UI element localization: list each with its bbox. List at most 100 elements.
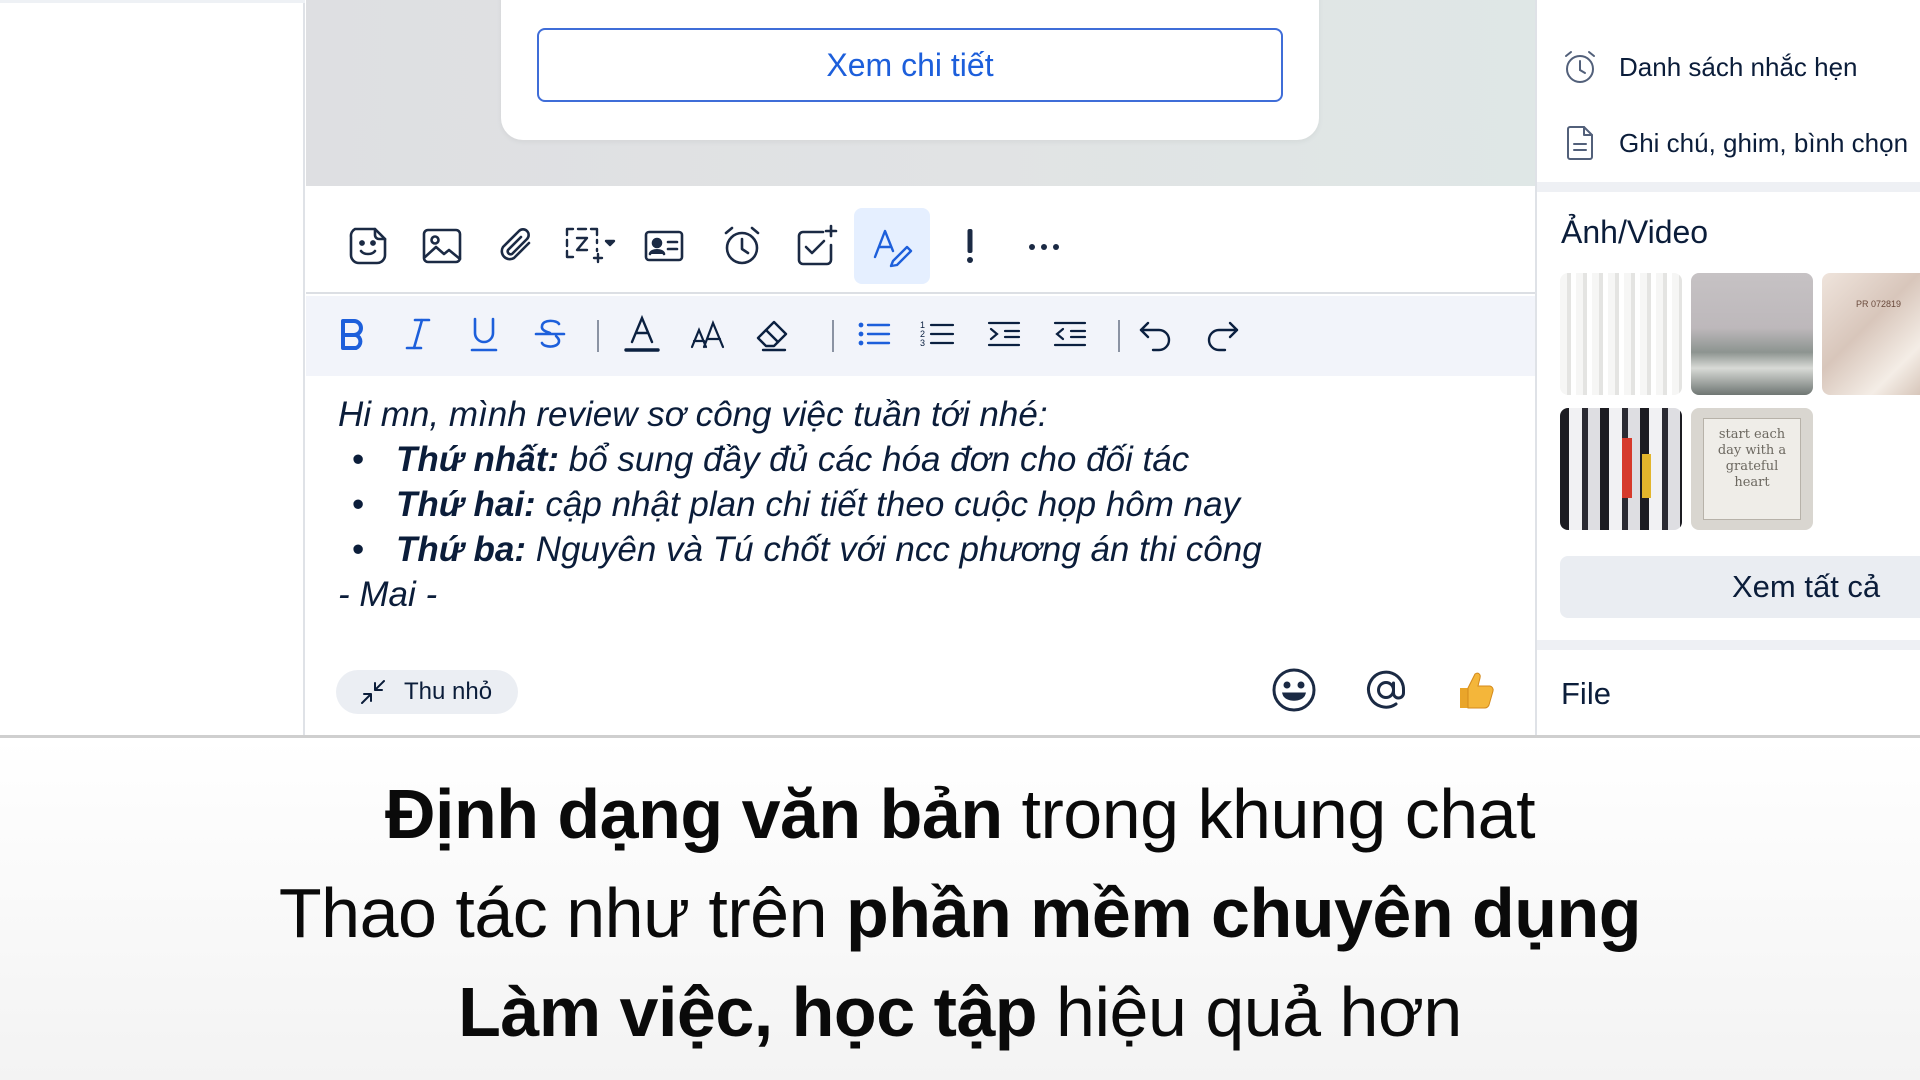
list-item-label: Thứ hai:	[396, 485, 536, 524]
strikethrough-icon	[534, 319, 566, 348]
emoji-button[interactable]	[1268, 664, 1320, 716]
panel-divider	[1537, 640, 1920, 650]
list-item: Thứ nhất: bổ sung đầy đủ các hóa đơn cho…	[338, 437, 1518, 482]
thumbs-up-icon	[1460, 672, 1494, 709]
editor-bullet-list: Thứ nhất: bổ sung đầy đủ các hóa đơn cho…	[338, 437, 1518, 572]
thumb-tag: PR 072819	[1856, 299, 1902, 309]
mark-important-button[interactable]	[932, 208, 1008, 284]
sticker-icon	[349, 227, 387, 265]
list-item: Thứ ba: Nguyên và Tú chốt với ncc phương…	[338, 527, 1518, 572]
thumb-accent	[1622, 438, 1632, 498]
screenshot-icon	[565, 227, 616, 264]
redo-button[interactable]	[1196, 308, 1248, 360]
caption-line-3: Làm việc, học tập hiệu quả hơn	[0, 972, 1920, 1052]
text-format-button[interactable]	[854, 208, 930, 284]
reminder-list-label: Danh sách nhắc hẹn	[1619, 51, 1858, 82]
file-section-title: File	[1561, 676, 1611, 711]
outdent-icon	[1053, 321, 1087, 347]
media-section-title: Ảnh/Video	[1561, 214, 1709, 250]
conversation-area: Xem chi tiết	[306, 0, 1535, 186]
underline-icon	[470, 317, 498, 352]
smiley-icon	[1272, 668, 1316, 712]
alarm-clock-icon	[1565, 51, 1595, 83]
task-button[interactable]	[778, 208, 854, 284]
font-size-icon	[690, 320, 725, 349]
text-color-icon	[624, 315, 660, 352]
bullet-list-button[interactable]	[848, 308, 900, 360]
list-item-text: cập nhật plan chi tiết theo cuộc họp hôm…	[535, 485, 1241, 524]
caption-emphasis: phần mềm chuyên dụng	[846, 874, 1642, 952]
collapse-arrows-icon	[361, 680, 385, 704]
media-thumbnail[interactable]: start each day with a grateful heart	[1691, 408, 1813, 530]
numbered-list-button[interactable]: 123	[912, 308, 964, 360]
more-button[interactable]	[1006, 208, 1082, 284]
more-dots-icon	[1029, 244, 1059, 250]
quick-like-button[interactable]	[1450, 664, 1502, 716]
view-detail-button[interactable]: Xem chi tiết	[537, 28, 1283, 102]
contact-card-button[interactable]	[626, 208, 702, 284]
paperclip-icon	[500, 228, 531, 261]
conversation-list-pane	[0, 0, 305, 735]
list-item-text: Nguyên và Tú chốt với ncc phương án thi …	[525, 530, 1262, 569]
shrink-button[interactable]: Thu nhỏ	[336, 670, 518, 714]
format-separator	[597, 320, 599, 352]
exclamation-icon	[967, 229, 973, 263]
underline-button[interactable]	[458, 308, 510, 360]
italic-button[interactable]	[392, 308, 444, 360]
image-button[interactable]	[404, 208, 480, 284]
screenshot-button[interactable]	[552, 208, 628, 284]
bold-button[interactable]	[326, 308, 378, 360]
notes-item[interactable]: Ghi chú, ghim, bình chọn	[1561, 124, 1908, 162]
undo-button[interactable]	[1130, 308, 1182, 360]
attach-file-button[interactable]	[478, 208, 554, 284]
caption-text: hiệu quả hơn	[1037, 973, 1462, 1051]
shrink-label: Thu nhỏ	[404, 678, 493, 705]
media-thumbnail[interactable]: PR 072819	[1822, 273, 1920, 395]
chat-pane: Xem chi tiết 1 2 3 Hi mn, mình review sơ…	[306, 0, 1535, 735]
list-item-label: Thứ nhất:	[396, 440, 560, 479]
strikethrough-button[interactable]	[524, 308, 576, 360]
list-item-label: Thứ ba:	[396, 530, 526, 569]
thumb-quote: start each day with a grateful heart	[1703, 418, 1801, 520]
indent-button[interactable]	[978, 308, 1030, 360]
mention-button[interactable]	[1360, 664, 1412, 716]
font-size-button[interactable]	[682, 308, 734, 360]
attachment-toolbar	[306, 186, 1535, 294]
undo-icon	[1139, 321, 1171, 352]
list-item-text: bổ sung đầy đủ các hóa đơn cho đối tác	[559, 440, 1190, 479]
reminder-list-item[interactable]: Danh sách nhắc hẹn	[1561, 48, 1858, 86]
clear-format-button[interactable]	[746, 308, 798, 360]
thumb-accent	[1642, 454, 1651, 498]
message-editor[interactable]: Hi mn, mình review sơ công việc tuần tới…	[338, 392, 1518, 617]
conversation-info-panel: Danh sách nhắc hẹn Ghi chú, ghim, bình c…	[1535, 0, 1920, 735]
numbered-list-icon: 123	[920, 320, 955, 348]
media-thumbnail[interactable]	[1560, 408, 1682, 530]
message-card: Xem chi tiết	[501, 0, 1319, 140]
text-color-button[interactable]	[616, 308, 668, 360]
format-separator	[832, 320, 834, 352]
editor-signature: - Mai -	[338, 575, 438, 614]
italic-icon	[405, 318, 431, 350]
document-icon	[1567, 126, 1593, 160]
format-separator	[1118, 320, 1120, 352]
bold-icon	[341, 319, 363, 350]
outdent-button[interactable]	[1044, 308, 1096, 360]
media-thumbnail[interactable]	[1691, 273, 1813, 395]
image-icon	[422, 228, 462, 264]
panel-divider	[1537, 182, 1920, 192]
caption-line-2: Thao tác như trên phần mềm chuyên dụng	[0, 873, 1920, 953]
caption-text: Thao tác như trên	[278, 874, 846, 952]
at-sign-icon	[1367, 670, 1406, 709]
editor-intro: Hi mn, mình review sơ công việc tuần tới…	[338, 395, 1048, 434]
see-all-media-button[interactable]: Xem tất cả	[1560, 556, 1920, 618]
task-check-icon	[797, 224, 838, 266]
sticker-button[interactable]	[330, 208, 406, 284]
bullet-list-icon	[858, 322, 891, 346]
reminder-button[interactable]	[704, 208, 780, 284]
contact-card-icon	[644, 230, 684, 262]
media-thumbnail[interactable]	[1560, 273, 1682, 395]
caption-text: trong khung chat	[1002, 775, 1536, 853]
svg-text:3: 3	[920, 338, 925, 348]
caption-line-1: Định dạng văn bản trong khung chat	[0, 774, 1920, 854]
alarm-clock-icon	[724, 226, 760, 265]
